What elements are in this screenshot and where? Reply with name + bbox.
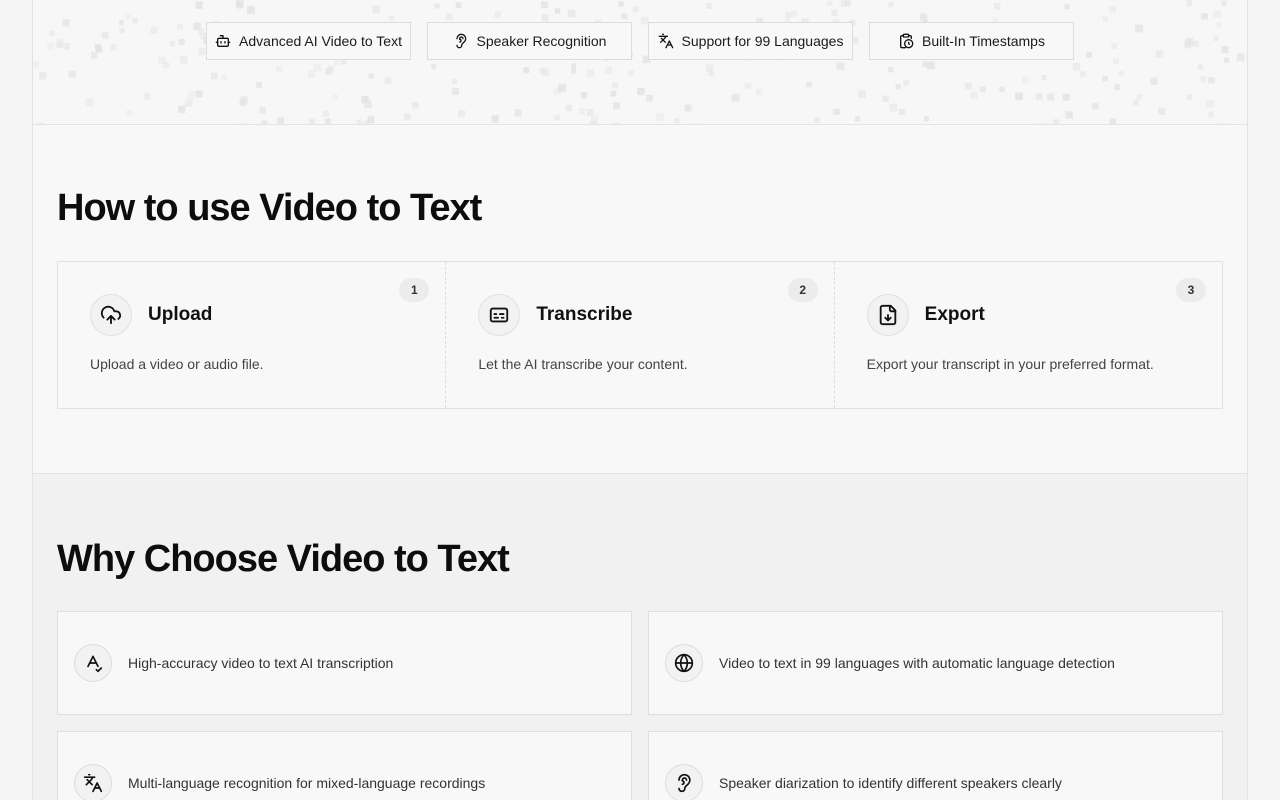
bot-icon [215, 35, 231, 47]
step-number-badge: 2 [787, 278, 818, 302]
step-description: Let the AI transcribe your content. [478, 356, 688, 372]
step-title: Upload [148, 304, 213, 325]
spell-check-icon [74, 644, 112, 682]
step-number-badge: 1 [399, 278, 430, 302]
why-card-text: High-accuracy video to text AI transcrip… [128, 655, 394, 671]
feature-chip-timestamps: Built-In Timestamps [869, 22, 1074, 60]
speaker-icon [455, 33, 466, 49]
step-description: Export your transcript in your preferred… [866, 356, 1154, 372]
why-choose-section: Why Choose Video to Text High-accuracy v… [33, 473, 1247, 800]
feature-chip-label: Speaker Recognition [476, 33, 607, 49]
translate-icon [658, 33, 673, 49]
how-to-use-title: How to use Video to Text [57, 187, 482, 229]
speaker-icon [665, 764, 703, 800]
upload-cloud-icon [90, 294, 132, 336]
step-description: Upload a video or audio file. [90, 356, 264, 372]
why-card-languages: Video to text in 99 languages with autom… [648, 611, 1223, 715]
why-card-text: Video to text in 99 languages with autom… [719, 655, 1115, 671]
dot-pattern-background [33, 0, 1245, 124]
why-choose-grid: High-accuracy video to text AI transcrip… [57, 611, 1223, 800]
why-card-text: Multi-language recognition for mixed-lan… [128, 775, 486, 791]
how-to-use-section: How to use Video to Text 1 Upload Upload… [33, 125, 1247, 473]
step-export: 3 Export Export your transcript in your … [835, 262, 1222, 408]
captions-icon [478, 294, 521, 336]
step-title: Transcribe [536, 304, 633, 325]
globe-icon [665, 644, 703, 682]
step-transcribe: 2 Transcribe Let the AI transcribe your … [446, 262, 835, 408]
feature-chip-label: Support for 99 Languages [681, 33, 844, 49]
why-card-multi-language: Multi-language recognition for mixed-lan… [57, 731, 632, 800]
step-title: Export [924, 304, 985, 325]
feature-chip-ai-video-to-text: Advanced AI Video to Text [206, 22, 411, 60]
hero-section: Advanced AI Video to Text Speaker Recogn… [33, 0, 1247, 125]
why-card-text: Speaker diarization to identify differen… [719, 775, 1062, 791]
clipboard-clock-icon [900, 33, 914, 49]
translate-icon [74, 764, 112, 800]
feature-chip-label: Advanced AI Video to Text [239, 33, 402, 49]
page-frame: Advanced AI Video to Text Speaker Recogn… [32, 0, 1248, 800]
why-card-diarization: Speaker diarization to identify differen… [648, 731, 1223, 800]
feature-chip-label: Built-In Timestamps [922, 33, 1045, 49]
steps-container: 1 Upload Upload a video or audio file. 2… [57, 261, 1223, 409]
why-choose-title: Why Choose Video to Text [57, 538, 510, 580]
feature-chip-99-languages: Support for 99 Languages [648, 22, 853, 60]
file-download-icon [866, 294, 909, 336]
feature-chip-list: Advanced AI Video to Text Speaker Recogn… [206, 22, 1074, 60]
feature-chip-speaker-recognition: Speaker Recognition [427, 22, 632, 60]
why-card-accuracy: High-accuracy video to text AI transcrip… [57, 611, 632, 715]
step-upload: 1 Upload Upload a video or audio file. [58, 262, 447, 408]
step-number-badge: 3 [1175, 278, 1206, 302]
